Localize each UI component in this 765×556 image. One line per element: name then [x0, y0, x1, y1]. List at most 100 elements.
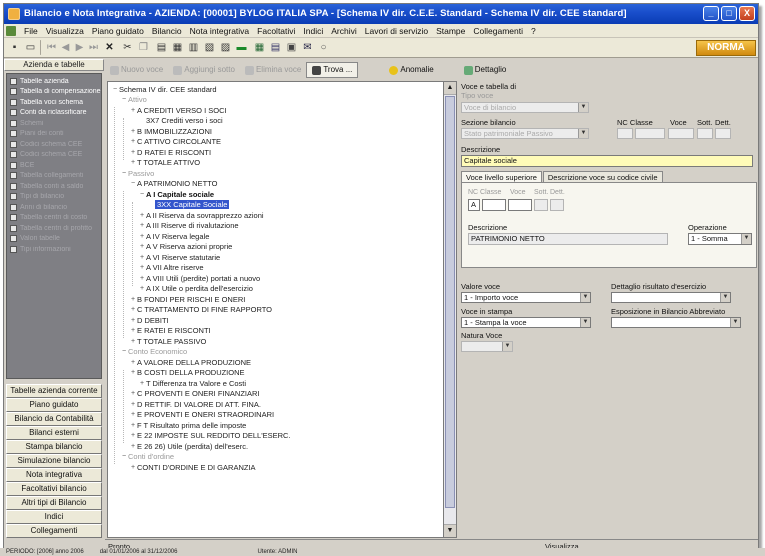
section-button[interactable]: Bilancio da Contabilità — [6, 412, 102, 426]
tree-node[interactable]: − Conto Economico — [120, 347, 187, 358]
tipo-voce-select[interactable]: Voce di bilancio ▼ — [461, 102, 589, 113]
menu-piano-guidato[interactable]: Piano guidato — [88, 26, 148, 36]
expand-icon[interactable]: + — [129, 432, 137, 439]
menu-nota-integrativa[interactable]: Nota integrativa — [186, 26, 254, 36]
expand-icon[interactable]: + — [129, 411, 137, 418]
tree-node[interactable]: + E 22 IMPOSTE SUL REDDITO DELL'ESERC. — [129, 431, 291, 442]
expand-icon[interactable]: + — [138, 254, 146, 261]
tree-node[interactable]: + E 26 26) Utile (perdita) dell'eserc. — [129, 441, 248, 452]
tree-node[interactable]: + T TOTALE ATTIVO — [129, 158, 200, 169]
folder-icon[interactable]: ▦ — [170, 40, 185, 55]
classe-field[interactable] — [635, 128, 665, 139]
chart-icon[interactable]: ▥ — [186, 40, 201, 55]
expand-icon[interactable]: + — [138, 233, 146, 240]
section-button[interactable]: Indici — [6, 510, 102, 524]
grid-nc-cell[interactable]: A — [468, 199, 480, 211]
tree-node[interactable]: + D RETTIF. DI VALORE DI ATT. FINA. — [129, 399, 261, 410]
nav-item[interactable]: Tabelle azienda — [7, 76, 101, 87]
menu-file[interactable]: File — [20, 26, 42, 36]
first-icon[interactable]: ⏮ — [44, 40, 59, 55]
tree-node[interactable]: + A CREDITI VERSO I SOCI — [129, 105, 227, 116]
tree-node[interactable]: + CONTI D'ORDINE E DI GARANZIA — [129, 462, 256, 473]
nav-item[interactable]: Anni di bilancio — [7, 202, 101, 213]
nav-item[interactable]: Codici schema CEE — [7, 150, 101, 161]
expand-icon[interactable]: + — [138, 275, 146, 282]
operazione-select[interactable]: 1 - Somma ▼ — [688, 233, 752, 245]
tree-node[interactable]: + D RATEI E RISCONTI — [129, 147, 211, 158]
scroll-thumb[interactable] — [445, 96, 455, 508]
sub-descrizione-field[interactable]: PATRIMONIO NETTO — [468, 233, 668, 245]
tree-scrollbar[interactable]: ▲ ▼ — [443, 81, 457, 538]
voce-code-field[interactable] — [668, 128, 694, 139]
tree-node[interactable]: 3XX Capitale Sociale — [147, 200, 230, 211]
grid-voce-cell[interactable] — [508, 199, 532, 211]
delete-icon[interactable]: ✕ — [102, 40, 117, 55]
tree-node[interactable]: + F T Risultato prima delle imposte — [129, 420, 246, 431]
expand-icon[interactable]: + — [138, 212, 146, 219]
next-icon[interactable]: ▶ — [72, 40, 87, 55]
grid-sott-cell[interactable] — [534, 199, 548, 211]
dett-field[interactable] — [715, 128, 731, 139]
expand-icon[interactable]: + — [129, 338, 137, 345]
dettaglio-risultato-select[interactable]: ▼ — [611, 292, 731, 303]
tree-node[interactable]: − Conti d'ordine — [120, 452, 174, 463]
menu-stampe[interactable]: Stampe — [432, 26, 469, 36]
menu-visualizza[interactable]: Visualizza — [42, 26, 88, 36]
mail-icon[interactable]: ✉ — [300, 40, 315, 55]
minimize-button[interactable]: _ — [703, 6, 719, 21]
valore-voce-select[interactable]: 1 - Importo voce ▼ — [461, 292, 591, 303]
voce-stampa-select[interactable]: 1 - Stampa la voce ▼ — [461, 317, 591, 328]
tree-node[interactable]: + A VALORE DELLA PRODUZIONE — [129, 357, 251, 368]
expand-icon[interactable]: − — [111, 86, 119, 93]
nav-item[interactable]: Valori tabelle — [7, 234, 101, 245]
anomalies-button[interactable]: Anomalie — [384, 62, 438, 78]
tree-node[interactable]: + B IMMOBILIZZAZIONI — [129, 126, 212, 137]
expand-icon[interactable]: + — [138, 222, 146, 229]
grid-icon[interactable]: ▧ — [202, 40, 217, 55]
tree-node[interactable]: + C ATTIVO CIRCOLANTE — [129, 137, 221, 148]
tree-node[interactable]: 3X7 Crediti verso i soci — [138, 116, 223, 127]
last-icon[interactable]: ⏭ — [86, 40, 101, 55]
menu-facoltativi[interactable]: Facoltativi — [253, 26, 299, 36]
menu-bilancio[interactable]: Bilancio — [148, 26, 186, 36]
tree-node[interactable]: + A II Riserva da sovrapprezzo azioni — [138, 210, 264, 221]
menu-indici[interactable]: Indici — [299, 26, 327, 36]
descrizione-input[interactable]: Capitale sociale — [461, 155, 753, 167]
expand-icon[interactable]: + — [129, 464, 137, 471]
natura-voce-select[interactable]: ▼ — [461, 341, 513, 352]
schema-tree[interactable]: − Schema IV dir. CEE standard − Attivo + A CR… — [107, 81, 443, 538]
expand-icon[interactable]: + — [138, 243, 146, 250]
prev-icon[interactable]: ◀ — [58, 40, 73, 55]
section-button[interactable]: Nota integrativa — [6, 468, 102, 482]
tree-node[interactable]: + A IX Utile o perdita dell'esercizio — [138, 284, 253, 295]
money-icon[interactable]: ▬ — [234, 40, 249, 55]
document-icon[interactable] — [6, 25, 16, 36]
tree-node[interactable]: + C PROVENTI E ONERI FINANZIARI — [129, 389, 260, 400]
tree-node[interactable]: + A VIII Utili (perdite) portati a nuovo — [138, 273, 260, 284]
tree-node[interactable]: + B FONDI PER RISCHI E ONERI — [129, 294, 245, 305]
tree-node[interactable]: + A VI Riserve statutarie — [138, 252, 220, 263]
tree-node[interactable]: − A I Capitale sociale — [138, 189, 214, 200]
expand-icon[interactable]: − — [120, 96, 128, 103]
menu-collegamenti[interactable]: Collegamenti — [469, 26, 527, 36]
section-button[interactable]: Facoltativi bilancio — [6, 482, 102, 496]
expand-icon[interactable]: + — [129, 128, 137, 135]
tree-node[interactable]: + E RATEI E RISCONTI — [129, 326, 211, 337]
tree-node[interactable]: + C TRATTAMENTO DI FINE RAPPORTO — [129, 305, 272, 316]
nav-item[interactable]: Tabella centri di profitto — [7, 223, 101, 234]
expand-icon[interactable]: + — [138, 380, 146, 387]
nav-item[interactable]: Tabella voci schema — [7, 97, 101, 108]
spreadsheet-icon[interactable]: ▦ — [252, 40, 267, 55]
expand-icon[interactable]: − — [120, 348, 128, 355]
grid-dett-cell[interactable] — [550, 199, 564, 211]
expand-icon[interactable]: − — [120, 170, 128, 177]
nav-item[interactable]: Tipi di bilancio — [7, 192, 101, 203]
calc-icon[interactable]: ▨ — [218, 40, 233, 55]
tree-node[interactable]: + A V Riserva azioni proprie — [138, 242, 232, 253]
scroll-up-icon[interactable]: ▲ — [444, 82, 456, 95]
nc-field[interactable] — [617, 128, 633, 139]
save-icon[interactable]: ▪ — [7, 40, 22, 55]
tree-node[interactable]: + T Differenza tra Valore e Costi — [138, 378, 246, 389]
table-icon[interactable]: ▤ — [268, 40, 283, 55]
expand-icon[interactable]: + — [129, 317, 137, 324]
